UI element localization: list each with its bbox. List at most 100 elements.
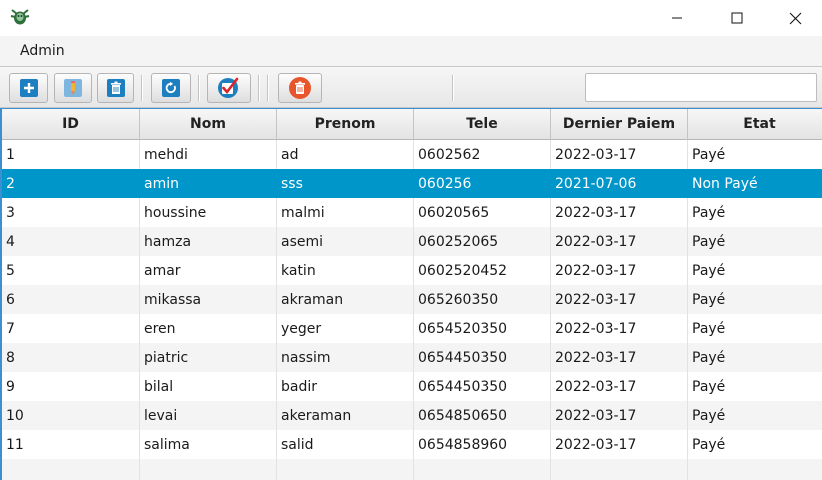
cell-nom: amar bbox=[140, 256, 277, 285]
cell-tele: 065260350 bbox=[414, 285, 551, 314]
cell-dernier-paiem: 2022-03-17 bbox=[551, 401, 688, 430]
close-icon bbox=[789, 12, 801, 24]
cell-etat: Payé bbox=[688, 285, 822, 314]
table-row[interactable]: 1 mehdi ad 0602562 2022-03-17 Payé bbox=[2, 140, 822, 169]
cell-tele: 060252065 bbox=[414, 227, 551, 256]
cell-id: 4 bbox=[2, 227, 140, 256]
cell-nom: houssine bbox=[140, 198, 277, 227]
table-row[interactable]: 7 eren yeger 0654520350 2022-03-17 Payé bbox=[2, 314, 822, 343]
cell-prenom: yeger bbox=[277, 314, 414, 343]
cell-tele: 06020565 bbox=[414, 198, 551, 227]
cell-etat: Payé bbox=[688, 198, 822, 227]
maximize-button[interactable] bbox=[708, 0, 766, 36]
cell-dernier-paiem: 2022-03-17 bbox=[551, 140, 688, 169]
cell-id: 6 bbox=[2, 285, 140, 314]
cell-nom: hamza bbox=[140, 227, 277, 256]
cell-nom: bilal bbox=[140, 372, 277, 401]
cell-id: 9 bbox=[2, 372, 140, 401]
cell-prenom: katin bbox=[277, 256, 414, 285]
cell-id: 10 bbox=[2, 401, 140, 430]
cell-prenom: nassim bbox=[277, 343, 414, 372]
title-bar bbox=[0, 0, 822, 36]
table-row[interactable]: 2 amin sss 060256 2021-07-06 Non Payé bbox=[2, 169, 822, 198]
trash-button[interactable] bbox=[97, 73, 134, 103]
cell-prenom: akeraman bbox=[277, 401, 414, 430]
cell-tele: 0654450350 bbox=[414, 343, 551, 372]
cell-etat: Payé bbox=[688, 227, 822, 256]
toolbar-separator bbox=[452, 75, 453, 101]
add-button[interactable] bbox=[9, 73, 48, 103]
cell-nom: salima bbox=[140, 430, 277, 459]
table-header: ID Nom Prenom Tele Dernier Paiem Etat bbox=[2, 109, 822, 140]
cell-prenom: akraman bbox=[277, 285, 414, 314]
delete-circle-icon bbox=[289, 77, 311, 99]
cell-prenom bbox=[277, 459, 414, 480]
maximize-icon bbox=[731, 12, 743, 24]
table-row[interactable]: 6 mikassa akraman 065260350 2022-03-17 Payé bbox=[2, 285, 822, 314]
cell-dernier-paiem: 2022-03-17 bbox=[551, 198, 688, 227]
cell-etat: Payé bbox=[688, 401, 822, 430]
cell-prenom: ad bbox=[277, 140, 414, 169]
cell-prenom: malmi bbox=[277, 198, 414, 227]
clients-table: ID Nom Prenom Tele Dernier Paiem Etat 1m… bbox=[0, 108, 822, 480]
refresh-button[interactable] bbox=[151, 73, 191, 103]
menu-admin[interactable]: Admin bbox=[20, 43, 65, 59]
cell-prenom: salid bbox=[277, 430, 414, 459]
edit-button[interactable] bbox=[54, 73, 92, 103]
delete-all-button[interactable] bbox=[278, 73, 322, 103]
cell-prenom: badir bbox=[277, 372, 414, 401]
cell-dernier-paiem: 2022-03-17 bbox=[551, 430, 688, 459]
cell-dernier-paiem: 2022-03-17 bbox=[551, 227, 688, 256]
cell-id: 7 bbox=[2, 314, 140, 343]
table-row[interactable]: 11 salima salid 0654858960 2022-03-17 Payé bbox=[2, 430, 822, 459]
check-icon bbox=[218, 77, 239, 98]
toolbar-separator bbox=[258, 75, 259, 101]
table-row[interactable]: 5 amar katin 0602520452 2022-03-17 Payé bbox=[2, 256, 822, 285]
cell-prenom: asemi bbox=[277, 227, 414, 256]
cell-nom bbox=[140, 459, 277, 480]
check-button[interactable] bbox=[207, 73, 251, 103]
column-header-prenom[interactable]: Prenom bbox=[277, 109, 414, 140]
cell-tele bbox=[414, 459, 551, 480]
column-header-dernier-paiem[interactable]: Dernier Paiem bbox=[551, 109, 688, 140]
cell-tele: 0654850650 bbox=[414, 401, 551, 430]
cell-dernier-paiem: 2022-03-17 bbox=[551, 285, 688, 314]
search-input[interactable] bbox=[585, 73, 817, 102]
table-row[interactable]: 8 piatric nassim 0654450350 2022-03-17 Payé bbox=[2, 343, 822, 372]
app-logo-icon bbox=[9, 7, 31, 27]
menu-bar: Admin bbox=[0, 36, 822, 66]
cell-etat: Payé bbox=[688, 314, 822, 343]
cell-tele: 0654450350 bbox=[414, 372, 551, 401]
cell-id: 3 bbox=[2, 198, 140, 227]
cell-etat: Payé bbox=[688, 256, 822, 285]
column-header-tele[interactable]: Tele bbox=[414, 109, 551, 140]
cell-nom: mikassa bbox=[140, 285, 277, 314]
close-button[interactable] bbox=[766, 0, 822, 36]
cell-tele: 0602562 bbox=[414, 140, 551, 169]
refresh-icon bbox=[162, 79, 180, 97]
cell-etat: Payé bbox=[688, 430, 822, 459]
column-header-nom[interactable]: Nom bbox=[140, 109, 277, 140]
add-icon bbox=[19, 79, 38, 97]
cell-id: 5 bbox=[2, 256, 140, 285]
toolbar-separator bbox=[267, 75, 268, 101]
minimize-button[interactable] bbox=[648, 0, 706, 36]
cell-id bbox=[2, 459, 140, 480]
trash-icon bbox=[106, 79, 125, 97]
column-header-id[interactable]: ID bbox=[2, 109, 140, 140]
cell-id: 11 bbox=[2, 430, 140, 459]
cell-nom: piatric bbox=[140, 343, 277, 372]
cell-dernier-paiem: 2021-07-06 bbox=[551, 169, 688, 198]
cell-id: 8 bbox=[2, 343, 140, 372]
table-row[interactable]: 9 bilal badir 0654450350 2022-03-17 Payé bbox=[2, 372, 822, 401]
table-row[interactable]: 4 hamza asemi 060252065 2022-03-17 Payé bbox=[2, 227, 822, 256]
table-row[interactable]: 3 houssine malmi 06020565 2022-03-17 Payé bbox=[2, 198, 822, 227]
minimize-icon bbox=[672, 17, 682, 19]
table-row-empty bbox=[2, 459, 822, 480]
cell-etat: Payé bbox=[688, 343, 822, 372]
table-row[interactable]: 10 levai akeraman 0654850650 2022-03-17 Payé bbox=[2, 401, 822, 430]
cell-prenom: sss bbox=[277, 169, 414, 198]
column-header-etat[interactable]: Etat bbox=[688, 109, 822, 140]
cell-dernier-paiem bbox=[551, 459, 688, 480]
cell-tele: 0602520452 bbox=[414, 256, 551, 285]
